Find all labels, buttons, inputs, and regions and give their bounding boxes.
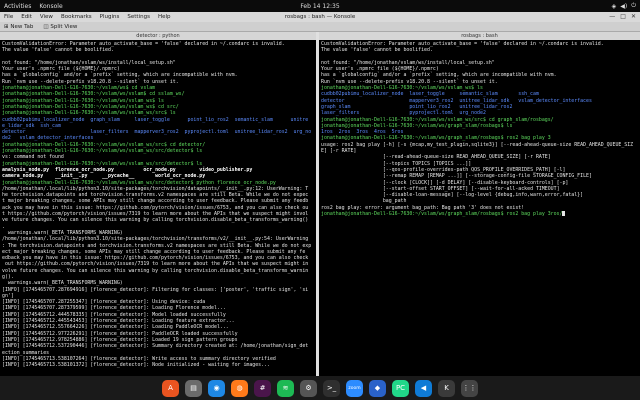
terminal-pane-left[interactable]: detector : python CustomValidationError:… xyxy=(0,32,316,376)
volume-icon[interactable]: ◀) xyxy=(620,3,627,10)
firefox-icon[interactable]: ◍ xyxy=(231,379,248,397)
terminal-line: /home/jonathan/.local/lib/python3.10/sit… xyxy=(2,236,309,243)
zoom-icon[interactable]: zoom xyxy=(346,379,363,397)
terminal-line: cudbb02pubimu_localizer_node graph_slam … xyxy=(2,116,309,123)
pane-title-left: detector : python xyxy=(0,32,316,40)
menu-help[interactable]: Help xyxy=(158,14,171,20)
show-apps-icon[interactable]: ⋮⋮ xyxy=(461,379,478,397)
terminal-line: jonathan@jonathan-Dell-G16-7630:~/vslam/… xyxy=(2,179,276,186)
maximize-icon[interactable]: □ xyxy=(620,13,626,20)
settings-icon[interactable]: ⚙ xyxy=(300,379,317,397)
menu-file[interactable]: File xyxy=(4,14,13,20)
terminal-line: [INFO] [1745465707.287694916] [florence_… xyxy=(2,286,309,293)
new-tab-label: New Tab xyxy=(10,23,34,30)
pane-title-right: rosbags : bash xyxy=(319,32,640,40)
terminal-line: t major breaking changes, some APIs may … xyxy=(2,198,309,205)
activities-button[interactable]: Activities xyxy=(4,3,31,10)
terminal-line: jonathan@jonathan-Dell-G16-7630:~/vslam/… xyxy=(321,211,638,217)
terminal-line: usage: ros2 bag play [-h] [-s {mcap,my_t… xyxy=(321,141,634,155)
terminal-line: out https://github.com/pytorch/vision/is… xyxy=(2,261,309,268)
new-tab-button[interactable]: ⊞ New Tab xyxy=(4,24,33,30)
terminal-line: : The torchvision.datapoints and torchvi… xyxy=(2,242,312,249)
window-controls: — □ ✕ xyxy=(609,13,636,20)
menu-settings[interactable]: Settings xyxy=(127,14,150,20)
chrome-icon[interactable]: ◉ xyxy=(208,379,225,397)
clock[interactable]: Feb 14 12:35 xyxy=(0,3,640,10)
spotify-icon[interactable]: ≋ xyxy=(277,379,294,397)
terminal-output-right[interactable]: CustomValidationError: Parameter auto_ac… xyxy=(319,40,640,218)
menu-bookmarks[interactable]: Bookmarks xyxy=(61,14,92,20)
text-cursor xyxy=(562,211,566,217)
terminal-icon[interactable]: >_ xyxy=(323,379,340,397)
konsole-toolbar: ⊞ New Tab ◫ Split View xyxy=(0,22,640,32)
konsole-menubar: File Edit View Bookmarks Plugins Setting… xyxy=(0,12,640,22)
menu-plugins[interactable]: Plugins xyxy=(100,14,120,20)
split-view-button[interactable]: ◫ Split View xyxy=(43,24,77,30)
terminal-line: [INFO] [1745465713.538101372] [florence_… xyxy=(2,362,270,369)
minimize-icon[interactable]: — xyxy=(609,13,615,20)
vscode-icon[interactable]: ◀ xyxy=(415,379,432,397)
active-app-name[interactable]: Konsole xyxy=(39,3,62,10)
close-icon[interactable]: ✕ xyxy=(631,13,636,20)
ubuntu-software-icon[interactable]: A xyxy=(162,379,179,397)
system-top-bar: Activities Konsole Feb 14 12:35 ◈ ◀) ⏻ xyxy=(0,0,640,12)
terminal-line: volve future changes. You can silence th… xyxy=(2,267,309,274)
terminal-line: [--remap REMAP [REMAP ...]] [--storage-c… xyxy=(321,173,592,180)
terminal-pane-right[interactable]: rosbags : bash CustomValidationError: Pa… xyxy=(319,32,640,376)
menu-edit[interactable]: Edit xyxy=(21,14,32,20)
taskbar-dock: A ▤ ◉ ◍ # ≋ ⚙ >_ zoom ◆ PC ◀ K ⋮⋮ xyxy=(0,376,640,400)
menu-view[interactable]: View xyxy=(40,14,53,20)
terminal-output-left[interactable]: CustomValidationError: Parameter auto_ac… xyxy=(0,40,316,369)
split-view-label: Split View xyxy=(50,23,78,30)
pycharm-icon[interactable]: PC xyxy=(392,379,409,397)
network-icon[interactable]: ◈ xyxy=(612,3,617,10)
slack-icon[interactable]: # xyxy=(254,379,271,397)
terminal-line: [INFO] [1745465712.537290446] [florence_… xyxy=(2,343,309,350)
unknown-app-icon[interactable]: ◆ xyxy=(369,379,386,397)
konsole-icon[interactable]: K xyxy=(438,379,455,397)
terminal-line: ve future changes. You can silence this … xyxy=(2,217,309,224)
power-icon[interactable]: ⏻ xyxy=(631,2,636,10)
window-title: rosbags : bash — Konsole xyxy=(284,14,356,20)
files-icon[interactable]: ▤ xyxy=(185,379,202,397)
